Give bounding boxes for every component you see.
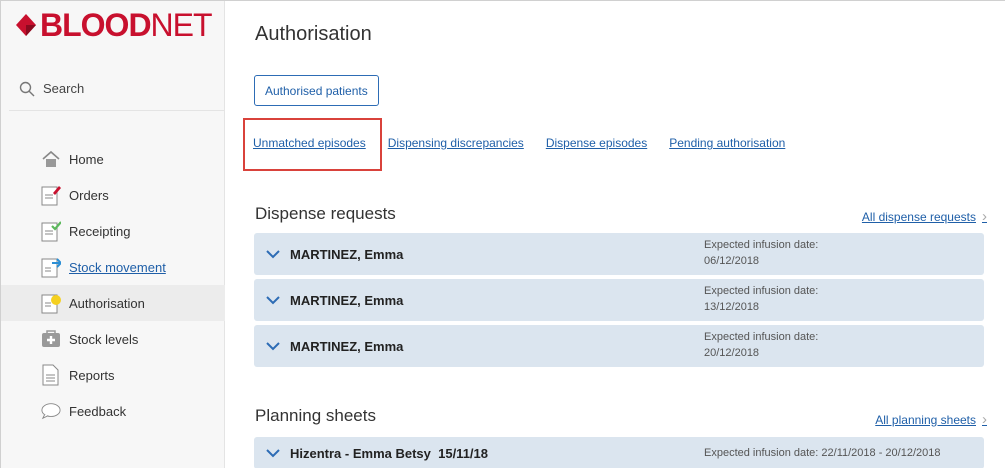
tab-bar: Unmatched episodes Dispensing discrepanc… bbox=[253, 136, 807, 150]
dispense-request-row[interactable]: MARTINEZ, Emma Expected infusion date: 1… bbox=[254, 279, 984, 321]
chevron-down-icon bbox=[266, 296, 280, 305]
all-planning-sheets-label: All planning sheets bbox=[875, 412, 976, 427]
sidebar-item-receipting[interactable]: Receipting bbox=[1, 213, 225, 249]
bloodnet-logo[interactable]: BLOOD NET bbox=[15, 7, 213, 43]
infusion-date-label: Expected infusion date: bbox=[704, 285, 819, 297]
sidebar-nav: Home Orders Receipting Stock movement Au… bbox=[1, 141, 225, 429]
orders-icon bbox=[41, 184, 61, 206]
stock-movement-icon bbox=[41, 256, 61, 278]
search-label: Search bbox=[43, 81, 85, 96]
infusion-date-range: Expected infusion date: 22/11/2018 - 20/… bbox=[704, 447, 941, 459]
chevron-right-icon: › bbox=[982, 208, 987, 225]
patient-name: MARTINEZ, Emma bbox=[290, 338, 404, 354]
page-title: Authorisation bbox=[255, 23, 372, 45]
all-planning-sheets-link[interactable]: All planning sheets › bbox=[875, 411, 987, 428]
sidebar-item-reports[interactable]: Reports bbox=[1, 357, 225, 393]
sidebar-item-authorisation[interactable]: Authorisation bbox=[1, 285, 225, 321]
planning-sheet-name: Hizentra - Emma Betsy 15/11/18 bbox=[290, 445, 488, 461]
logo-text-net: NET bbox=[150, 7, 213, 43]
planning-sheet-row[interactable]: Hizentra - Emma Betsy 15/11/18 Expected … bbox=[254, 437, 984, 468]
all-dispense-requests-label: All dispense requests bbox=[861, 209, 976, 224]
sidebar-item-label: Receipting bbox=[69, 223, 131, 239]
search-box[interactable]: Search bbox=[9, 67, 225, 111]
infusion-date-block: Expected infusion date: 06/12/2018 bbox=[704, 237, 818, 269]
infusion-date-value: 13/12/2018 bbox=[704, 301, 760, 313]
reports-icon bbox=[41, 364, 61, 386]
all-dispense-requests-link[interactable]: All dispense requests › bbox=[862, 208, 987, 225]
patient-name: MARTINEZ, Emma bbox=[290, 246, 404, 262]
patient-name: MARTINEZ, Emma bbox=[290, 292, 404, 308]
sidebar-item-stock-movement[interactable]: Stock movement bbox=[1, 249, 225, 285]
sidebar-item-label: Orders bbox=[69, 187, 109, 203]
tab-dispense-episodes[interactable]: Dispense episodes bbox=[546, 136, 647, 150]
tab-dispensing-discrepancies[interactable]: Dispensing discrepancies bbox=[388, 136, 524, 150]
sidebar: BLOODNET Search Home Orders Receipting bbox=[1, 1, 225, 468]
chevron-down-icon bbox=[266, 250, 280, 259]
search-icon bbox=[19, 81, 35, 96]
sidebar-item-orders[interactable]: Orders bbox=[1, 177, 225, 213]
logo-text-blood: BLOOD bbox=[40, 7, 152, 43]
chevron-down-icon bbox=[266, 449, 280, 458]
chevron-right-icon: › bbox=[982, 411, 987, 428]
infusion-date-label: Expected infusion date: bbox=[704, 331, 819, 343]
feedback-icon bbox=[41, 400, 61, 422]
infusion-date-block: Expected infusion date: 13/12/2018 bbox=[704, 283, 818, 315]
authorisation-icon bbox=[41, 292, 61, 314]
dispense-request-row[interactable]: MARTINEZ, Emma Expected infusion date: 2… bbox=[254, 325, 984, 367]
sidebar-item-home[interactable]: Home bbox=[1, 141, 225, 177]
sidebar-item-feedback[interactable]: Feedback bbox=[1, 393, 225, 429]
tab-unmatched-episodes[interactable]: Unmatched episodes bbox=[253, 136, 366, 150]
home-icon bbox=[41, 148, 61, 170]
dispense-request-row[interactable]: MARTINEZ, Emma Expected infusion date: 0… bbox=[254, 233, 984, 275]
dispense-requests-title: Dispense requests bbox=[255, 204, 396, 223]
blood-drop-logo-icon bbox=[16, 14, 36, 36]
infusion-date-block: Expected infusion date: 20/12/2018 bbox=[704, 329, 818, 361]
infusion-date-value: 06/12/2018 bbox=[704, 255, 760, 267]
main-content: Authorisation Authorised patients Unmatc… bbox=[226, 1, 1005, 468]
sidebar-item-stock-levels[interactable]: Stock levels bbox=[1, 321, 225, 357]
sidebar-item-label: Home bbox=[69, 151, 104, 167]
tab-pending-authorisation[interactable]: Pending authorisation bbox=[669, 136, 785, 150]
sidebar-item-label: Stock movement bbox=[69, 259, 166, 275]
stock-levels-icon bbox=[41, 328, 61, 350]
infusion-date-value: 20/12/2018 bbox=[704, 347, 760, 359]
sidebar-item-label: Authorisation bbox=[69, 295, 145, 311]
infusion-date-label: Expected infusion date: bbox=[704, 239, 819, 251]
sidebar-item-label: Reports bbox=[69, 367, 115, 383]
chevron-down-icon bbox=[266, 342, 280, 351]
authorised-patients-button[interactable]: Authorised patients bbox=[254, 75, 379, 106]
sidebar-item-label: Stock levels bbox=[69, 331, 139, 347]
planning-sheets-title: Planning sheets bbox=[255, 406, 376, 425]
receipting-icon bbox=[41, 220, 61, 242]
sidebar-item-label: Feedback bbox=[69, 403, 127, 419]
